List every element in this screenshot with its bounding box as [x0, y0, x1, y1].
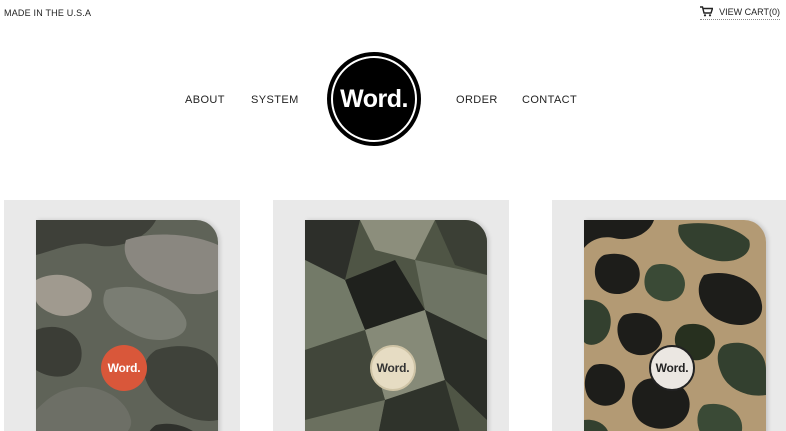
nav-contact[interactable]: CONTACT — [522, 94, 577, 106]
logo-text: Word. — [340, 84, 408, 113]
notebook-image: Word. — [305, 220, 487, 431]
view-cart-label: VIEW CART(0) — [719, 6, 780, 17]
nav-system[interactable]: SYSTEM — [251, 94, 299, 106]
notebook-image: Word. — [36, 220, 218, 431]
word-logo[interactable]: Word. — [327, 52, 421, 146]
product-card[interactable]: Word. — [273, 200, 509, 431]
product-card[interactable]: Word. — [552, 200, 786, 431]
nav-order[interactable]: ORDER — [456, 94, 498, 106]
cart-icon — [700, 6, 714, 17]
word-badge: Word. — [101, 345, 147, 391]
view-cart-link[interactable]: VIEW CART(0) — [700, 6, 780, 20]
notebook-image: Word. — [584, 220, 766, 431]
product-card[interactable]: Word. — [4, 200, 240, 431]
made-in-usa-label: MADE IN THE U.S.A — [4, 8, 92, 18]
word-badge: Word. — [370, 345, 416, 391]
word-badge: Word. — [649, 345, 695, 391]
nav-about[interactable]: ABOUT — [185, 94, 225, 106]
